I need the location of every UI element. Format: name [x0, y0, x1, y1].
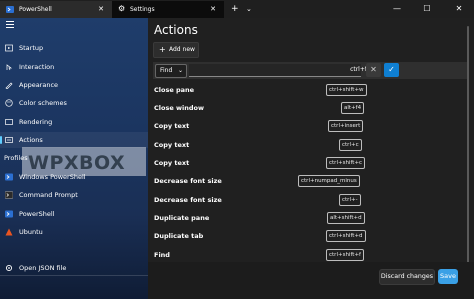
action-name: Close window	[154, 104, 204, 112]
sidebar-item-powershell[interactable]: PowerShell	[0, 206, 148, 222]
action-name: Decrease font size	[154, 196, 222, 204]
action-select-value: Find	[160, 67, 173, 74]
action-row[interactable]: Close pane ctrl+shift+w	[153, 82, 367, 98]
minimize-button[interactable]: —	[384, 0, 410, 18]
action-row[interactable]: Duplicate tab ctrl+shift+d	[153, 228, 366, 244]
main-panel: Actions + Add new Find ⌄ ctrl+f ✕ ✓ Clos…	[148, 18, 474, 299]
sidebar-item-label: Startup	[19, 44, 44, 52]
key-chord: ctrl+shift+d	[326, 230, 366, 242]
add-new-label: Add new	[169, 46, 195, 53]
action-row[interactable]: Copy text ctrl+insert	[153, 118, 364, 134]
sidebar-item-label: Ubuntu	[19, 228, 43, 236]
palette-icon	[5, 99, 13, 107]
sidebar-item-label: Color schemes	[19, 99, 67, 107]
gear-icon: ⚙	[118, 4, 126, 13]
plus-icon: +	[159, 45, 166, 54]
open-json-file-button[interactable]: Open JSON file	[0, 260, 148, 276]
maximize-button[interactable]: ☐	[414, 0, 440, 18]
page-title: Actions	[154, 23, 198, 37]
sidebar-item-ubuntu[interactable]: Ubuntu	[0, 224, 148, 240]
action-name: Close pane	[154, 86, 195, 94]
key-chord: alt+f4	[341, 102, 365, 114]
action-name: Copy text	[154, 159, 190, 167]
sidebar-item-label: PowerShell	[19, 210, 55, 218]
edit-action-row: Find ⌄ ctrl+f ✕ ✓	[153, 62, 467, 79]
close-button[interactable]: ✕	[446, 0, 472, 18]
sidebar-item-appearance[interactable]: Appearance	[0, 77, 148, 93]
discard-changes-button[interactable]: Discard changes	[379, 269, 435, 285]
sidebar-item-label: Rendering	[19, 118, 53, 126]
sidebar-item-label: Interaction	[19, 63, 55, 71]
interaction-icon	[6, 64, 13, 71]
startup-icon	[5, 44, 13, 52]
action-name: Copy text	[154, 122, 190, 130]
ubuntu-icon	[5, 228, 13, 236]
close-icon: ✕	[370, 65, 377, 74]
key-chord: alt+shift+d	[327, 212, 365, 224]
sidebar-item-startup[interactable]: Startup	[0, 40, 148, 56]
sidebar-item-label: Windows PowerShell	[19, 173, 86, 181]
key-chord: ctrl+numpad_minus	[298, 175, 360, 187]
sidebar: Startup Interaction Appearance Color sch…	[0, 18, 148, 299]
bottom-action-bar: Discard changes Save	[148, 262, 474, 299]
gear-icon	[5, 264, 13, 272]
chevron-down-icon: ⌄	[177, 67, 183, 74]
actions-icon	[5, 137, 13, 143]
scrollbar[interactable]	[467, 22, 470, 277]
confirm-button[interactable]: ✓	[384, 63, 399, 77]
tab-settings[interactable]: ⚙ Settings ✕	[112, 1, 224, 18]
rendering-icon	[5, 119, 13, 125]
open-json-label: Open JSON file	[19, 264, 67, 272]
tab-label: PowerShell	[19, 6, 52, 13]
sidebar-item-label: Appearance	[19, 81, 59, 89]
sidebar-item-label: Command Prompt	[19, 191, 78, 199]
new-tab-button[interactable]: +	[231, 1, 239, 17]
sidebar-item-command-prompt[interactable]: Command Prompt	[0, 187, 148, 203]
key-chord: ctrl+shift+c	[326, 157, 366, 169]
key-chord: ctrl+-	[339, 194, 361, 206]
keys-input-value: ctrl+f	[350, 66, 367, 73]
action-select[interactable]: Find ⌄	[155, 64, 187, 78]
powershell-icon	[5, 173, 13, 181]
keys-input[interactable]: ctrl+f	[189, 64, 367, 77]
powershell-icon	[6, 6, 14, 13]
tab-label: Settings	[130, 6, 155, 13]
checkmark-icon: ✓	[388, 65, 395, 74]
close-tab-icon[interactable]: ✕	[210, 1, 216, 18]
key-chord: ctrl+insert	[328, 120, 364, 132]
hamburger-menu-icon[interactable]	[6, 21, 14, 29]
save-button[interactable]: Save	[438, 269, 458, 284]
close-tab-icon[interactable]: ✕	[98, 1, 104, 18]
cancel-button[interactable]: ✕	[366, 63, 381, 77]
selection-indicator	[0, 136, 2, 144]
scrollbar-thumb[interactable]	[467, 26, 469, 266]
sidebar-item-color-schemes[interactable]: Color schemes	[0, 95, 148, 111]
action-row[interactable]: Copy text ctrl+c	[153, 137, 362, 153]
appearance-icon	[5, 82, 13, 89]
profiles-section-label: Profiles	[4, 154, 28, 162]
cmd-icon	[5, 191, 13, 199]
key-chord: ctrl+shift+w	[326, 84, 367, 96]
sidebar-item-interaction[interactable]: Interaction	[0, 59, 148, 75]
action-row[interactable]: Copy text ctrl+shift+c	[153, 155, 366, 171]
action-name: Duplicate pane	[154, 214, 210, 222]
key-chord: ctrl+shift+f	[326, 249, 364, 261]
sidebar-item-rendering[interactable]: Rendering	[0, 114, 148, 130]
action-name: Find	[154, 251, 170, 259]
tab-powershell[interactable]: PowerShell ✕	[0, 1, 112, 18]
action-row[interactable]: Decrease font size ctrl+-	[153, 192, 361, 208]
action-row[interactable]: Find ctrl+shift+f	[153, 247, 364, 263]
action-name: Duplicate tab	[154, 232, 204, 240]
action-name: Copy text	[154, 141, 190, 149]
action-row[interactable]: Close window alt+f4	[153, 100, 365, 116]
action-name: Decrease font size	[154, 177, 222, 185]
powershell-icon	[5, 210, 13, 218]
action-row[interactable]: Decrease font size ctrl+numpad_minus	[153, 173, 360, 189]
key-chord: ctrl+c	[339, 139, 362, 151]
sidebar-item-windows-powershell[interactable]: Windows PowerShell	[0, 169, 148, 185]
chevron-down-icon[interactable]: ⌄	[246, 1, 252, 17]
title-bar: PowerShell ✕ ⚙ Settings ✕ + ⌄ — ☐ ✕	[0, 0, 474, 18]
action-row[interactable]: Duplicate pane alt+shift+d	[153, 210, 365, 226]
add-new-button[interactable]: + Add new	[153, 42, 199, 58]
